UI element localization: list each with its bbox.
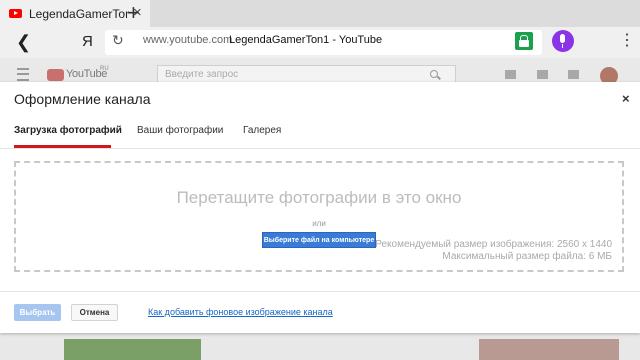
thumbnail [479,339,619,360]
upload-video-icon[interactable] [505,70,516,79]
active-tab-indicator [14,145,111,148]
or-label: или [312,219,326,228]
select-button[interactable]: Выбрать [14,304,61,321]
microphone-icon[interactable] [552,30,574,52]
tab-title: LegendaGamerTon1 - YouTube [29,6,129,21]
tab-your-photos[interactable]: Ваши фотографии [137,125,223,136]
back-arrow-icon[interactable]: ❮ [16,33,31,51]
recommended-size-text: Рекомендуемый размер изображения: 2560 х… [375,239,612,250]
dropzone-instruction: Перетащите фотографии в это окно [176,188,462,207]
search-icon[interactable] [430,70,438,78]
reload-icon[interactable]: ↻ [112,32,124,49]
max-file-size-text: Максимальный размер файла: 6 МБ [442,251,612,262]
photo-dropzone[interactable]: Перетащите фотографии в это окно или Рек… [14,161,624,272]
region-label: RU [100,66,109,72]
close-icon[interactable]: × [622,92,630,105]
lock-icon[interactable] [515,32,533,50]
channel-art-help-link[interactable]: Как добавить фоновое изображение канала [148,307,333,317]
dialog-tabs: Загрузка фотографий Ваши фотографии Гале… [0,112,640,149]
more-menu-icon[interactable]: ⋮ [619,33,635,49]
thumbnail [64,339,201,360]
tab-upload-photos[interactable]: Загрузка фотографий [14,125,122,136]
address-bar: ❮ Я ↻ www.youtube.com LegendaGamerTon1 -… [0,27,640,58]
new-tab-icon[interactable]: + [127,2,140,24]
choose-file-button[interactable]: Выберите файл на компьютере [262,232,376,248]
tab-bar: LegendaGamerTon1 - YouTube × + [0,0,640,27]
dialog-title: Оформление канала [14,91,151,107]
search-placeholder: Введите запрос [165,69,239,80]
dialog-footer: Выбрать Отмена Как добавить фоновое изоб… [0,291,640,334]
hamburger-menu-icon[interactable] [17,68,29,81]
url-page-title: LegendaGamerTon1 - YouTube [229,34,383,46]
channel-art-dialog: Оформление канала × Загрузка фотографий … [0,82,640,333]
yandex-logo[interactable]: Я [82,33,93,50]
tab-gallery[interactable]: Галерея [243,125,281,136]
notifications-bell-icon[interactable] [568,70,579,79]
url-domain: www.youtube.com [143,34,233,46]
youtube-logo-icon[interactable] [47,69,64,81]
apps-grid-icon[interactable] [537,70,548,79]
cancel-button[interactable]: Отмена [71,304,118,321]
youtube-favicon-icon [9,9,22,18]
